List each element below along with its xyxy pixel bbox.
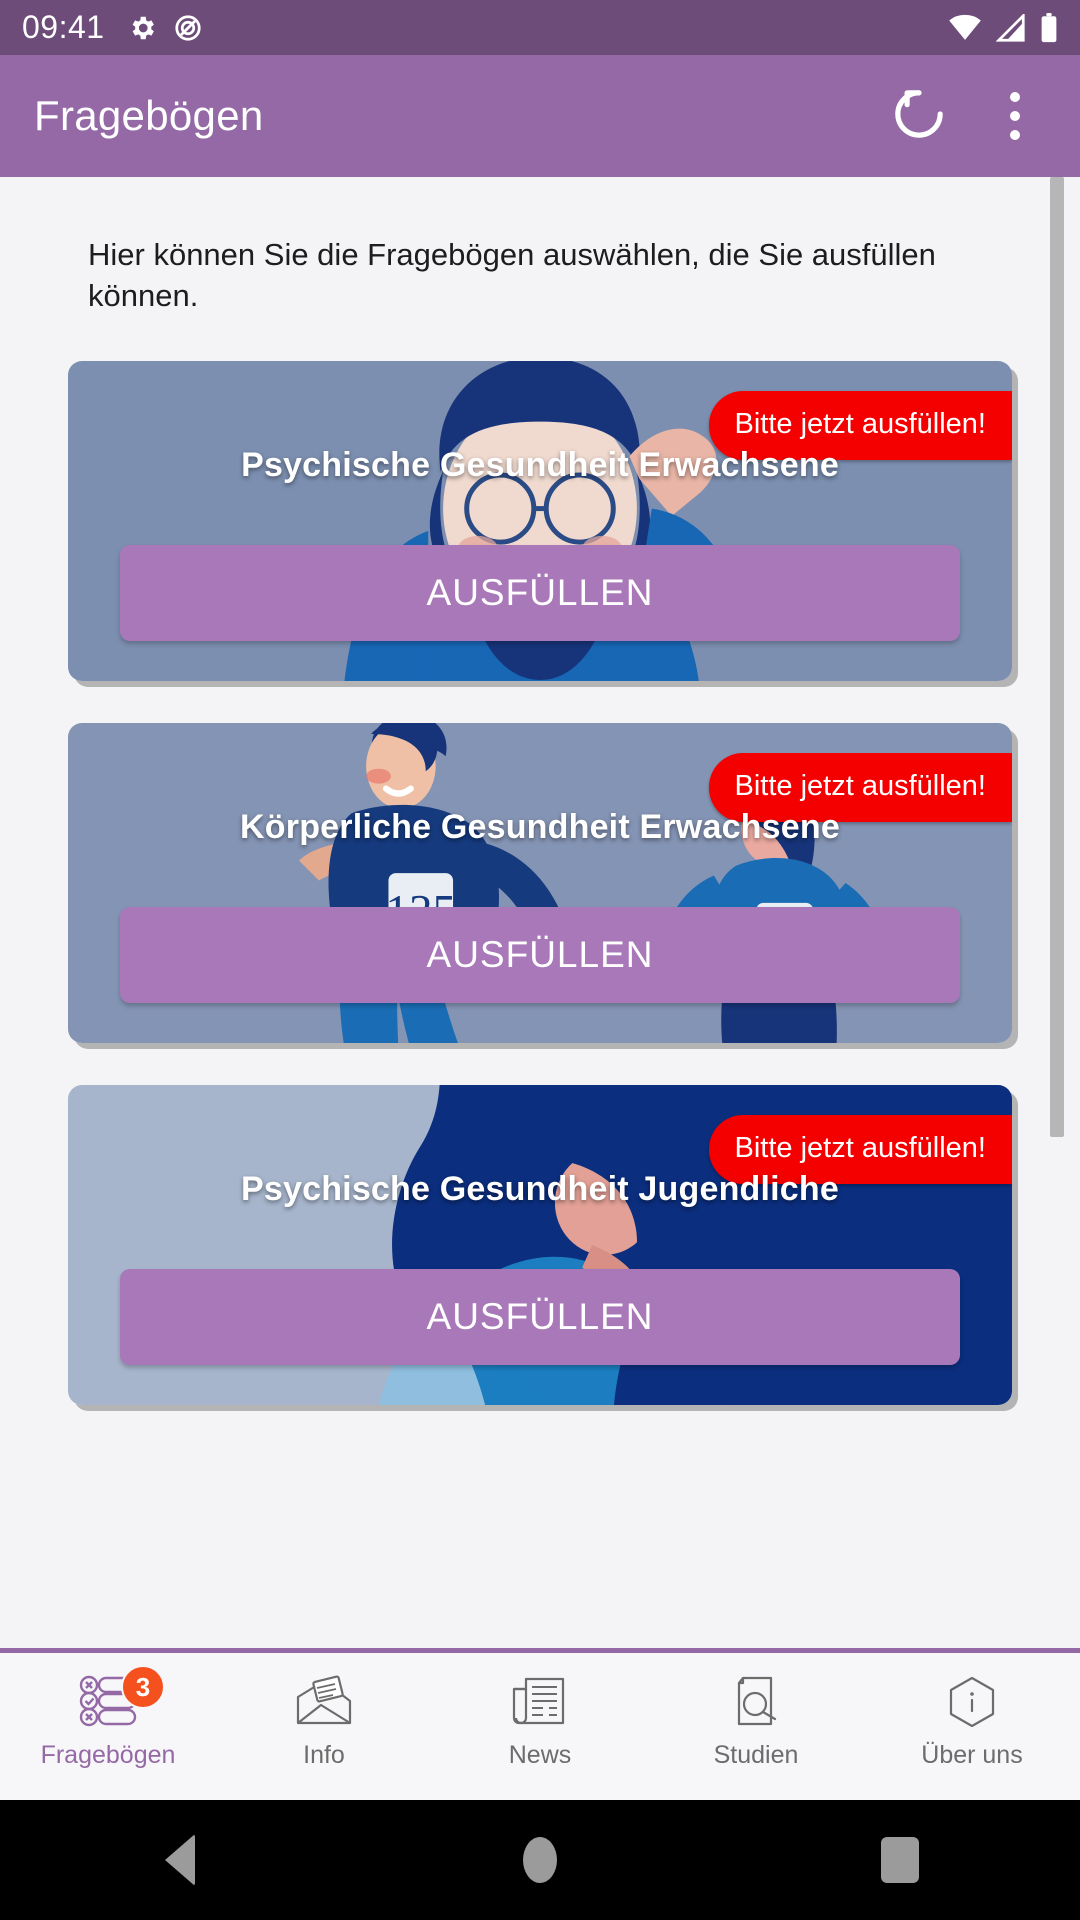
fill-out-button[interactable]: AUSFÜLLEN xyxy=(120,544,960,641)
back-button[interactable] xyxy=(120,1834,240,1886)
nav-item-fragebogen[interactable]: 3 Fragebögen xyxy=(0,1653,216,1770)
more-vertical-icon xyxy=(994,92,1036,140)
android-navigation-bar xyxy=(0,1800,1080,1920)
questionnaire-card-list: Bitte jetzt ausfüllen! Psychische Gesund… xyxy=(0,317,1080,1405)
newspaper-icon xyxy=(509,1671,571,1731)
document-search-icon xyxy=(725,1671,787,1731)
envelope-letter-icon xyxy=(293,1671,355,1731)
nav-item-ueber-uns[interactable]: Über uns xyxy=(864,1653,1080,1770)
nav-label: Über uns xyxy=(921,1741,1023,1769)
nav-item-info[interactable]: Info xyxy=(216,1653,432,1770)
notification-badge: 3 xyxy=(121,1665,165,1709)
app-bar-actions xyxy=(888,83,1046,150)
questionnaire-card[interactable]: Bitte jetzt ausfüllen! Psychische Gesund… xyxy=(68,360,1012,681)
intro-text: Hier können Sie die Fragebögen auswählen… xyxy=(88,237,936,313)
recents-square-icon xyxy=(881,1837,919,1883)
card-title: Körperliche Gesundheit Erwachsene xyxy=(240,807,840,846)
status-bar-clock: 09:41 xyxy=(22,9,105,45)
main-content: Hier können Sie die Fragebögen auswählen… xyxy=(0,177,1080,1648)
overflow-menu-button[interactable] xyxy=(994,92,1036,140)
page-title: Fragebögen xyxy=(34,92,264,139)
status-bar-notification-icons xyxy=(127,13,203,43)
wifi-icon xyxy=(948,14,982,42)
card-title: Psychische Gesundheit Erwachsene xyxy=(241,445,839,484)
phone-screen: 09:41 Fragebögen Hier können Sie die Fra… xyxy=(0,0,1080,1920)
fill-out-button[interactable]: AUSFÜLLEN xyxy=(120,906,960,1003)
refresh-button[interactable] xyxy=(888,83,950,150)
home-circle-icon xyxy=(523,1837,557,1883)
nav-label: Info xyxy=(303,1741,345,1769)
app-bar: Fragebögen xyxy=(0,55,1080,177)
cellular-signal-icon xyxy=(996,13,1026,42)
nav-label: Studien xyxy=(713,1741,799,1769)
vertical-scrollbar[interactable] xyxy=(1050,177,1064,1137)
nav-item-news[interactable]: News xyxy=(432,1653,648,1770)
nav-label: Fragebögen xyxy=(40,1741,176,1769)
fill-out-button[interactable]: AUSFÜLLEN xyxy=(120,1268,960,1365)
back-triangle-icon xyxy=(165,1834,195,1886)
home-button[interactable] xyxy=(480,1837,600,1883)
nav-item-studien[interactable]: Studien xyxy=(648,1653,864,1770)
questionnaire-card[interactable]: Bitte jetzt ausfüllen! Psychische Gesund… xyxy=(68,1084,1012,1405)
battery-icon xyxy=(1040,12,1058,43)
hexagon-info-icon xyxy=(941,1671,1003,1731)
settings-gear-icon xyxy=(127,13,157,43)
bottom-navigation-bar: 3 Fragebögen Info News Studien Über uns xyxy=(0,1648,1080,1800)
status-bar-system-icons xyxy=(948,12,1058,43)
recents-button[interactable] xyxy=(840,1837,960,1883)
questionnaire-card[interactable]: 135 73 xyxy=(68,722,1012,1043)
status-bar: 09:41 xyxy=(0,0,1080,55)
checklist-icon: 3 xyxy=(77,1665,165,1731)
card-title: Psychische Gesundheit Jugendliche xyxy=(241,1169,839,1208)
do-not-disturb-icon xyxy=(173,13,203,43)
refresh-icon xyxy=(888,83,950,150)
nav-label: News xyxy=(508,1741,572,1769)
